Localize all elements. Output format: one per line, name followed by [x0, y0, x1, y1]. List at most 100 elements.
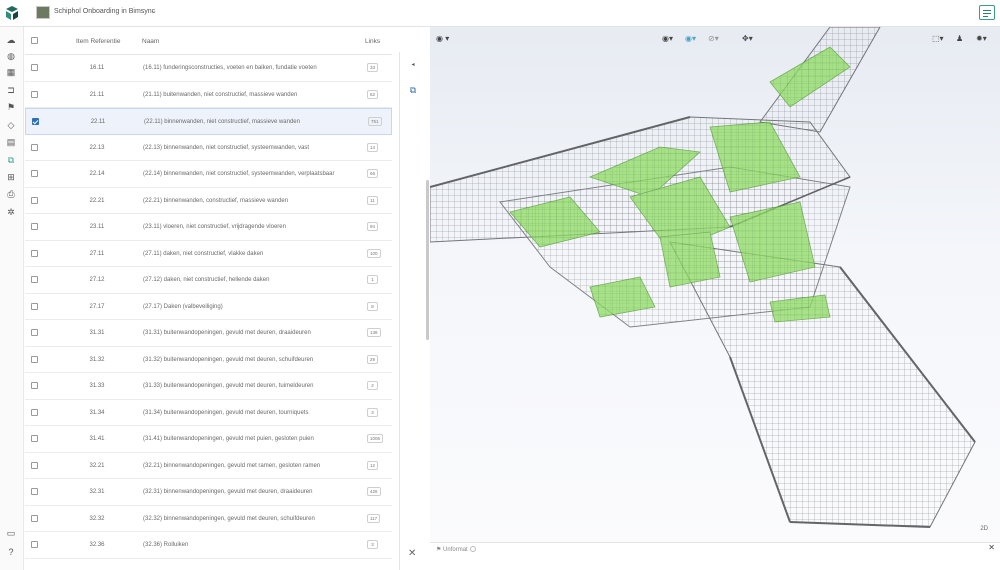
row-checkbox[interactable]: [31, 249, 38, 257]
table-row[interactable]: 22.14 (22.14) binnenwanden, niet construc…: [25, 161, 392, 188]
row-checkbox[interactable]: [31, 64, 38, 71]
select-tool-icon[interactable]: ⬚▾: [932, 33, 944, 45]
table-row[interactable]: 27.17 (27.17) Daken (valbeveiliging) 8: [25, 294, 392, 320]
link-icon[interactable]: ⧉: [6, 155, 16, 165]
3d-viewer[interactable]: ◉ ▾ ◉▾ ◉▾ ⊘▾ ✥▾ ⬚▾ ♟ ✹▾ 2D: [430, 27, 1000, 542]
table-row[interactable]: 23.11 (23.11) vloeren, niet constructief,…: [25, 214, 392, 241]
collapse-arrow-icon[interactable]: ◂: [408, 60, 418, 70]
row-checkbox[interactable]: [31, 514, 38, 522]
table-row[interactable]: 31.33 (31.33) buitenwandopeningen, gevuld…: [25, 373, 392, 400]
row-checkbox[interactable]: [31, 223, 38, 230]
row-checkbox[interactable]: [31, 329, 38, 336]
links-count-badge[interactable]: 11: [367, 195, 378, 205]
table-row[interactable]: 16.11 (16.11) funderingsconstructies, voe…: [25, 55, 392, 82]
flag-icon[interactable]: ⚑: [6, 102, 16, 112]
bimsync-logo[interactable]: [4, 5, 20, 21]
row-checkbox[interactable]: [31, 382, 38, 389]
table-row[interactable]: 31.34 (31.34) buitenwandopeningen, gevuld…: [25, 400, 392, 426]
view-mode-label[interactable]: 2D: [980, 526, 988, 532]
row-checkbox[interactable]: [31, 302, 38, 310]
table-scrollbar[interactable]: [426, 180, 429, 340]
links-count-badge[interactable]: 3: [367, 540, 378, 549]
item-reference: 31.32: [89, 356, 105, 363]
grid-icon[interactable]: ⊞: [6, 172, 16, 182]
table-row[interactable]: 27.12 (27.12) daken, niet constructief, h…: [25, 267, 392, 294]
section-icon[interactable]: ✥▾: [742, 33, 753, 45]
item-name: (32.32) binnenwandopeningen, gevuld met …: [143, 515, 315, 522]
select-all-checkbox[interactable]: [31, 37, 38, 44]
cloud-icon[interactable]: ☁: [6, 35, 16, 45]
links-count-badge[interactable]: 426: [367, 487, 381, 496]
hide-icon[interactable]: ⊘▾: [708, 33, 719, 45]
xray-icon[interactable]: ◉▾: [685, 33, 696, 45]
table-row[interactable]: 31.41 (31.41) buitenwandopeningen, gevuld…: [25, 426, 392, 453]
menu-icon[interactable]: [979, 5, 995, 20]
row-checkbox[interactable]: [31, 170, 38, 177]
help-icon[interactable]: ?: [6, 547, 16, 557]
links-count-badge[interactable]: 94: [367, 222, 379, 231]
table-row[interactable]: 21.11 (21.11) buitenwanden, niet construc…: [25, 82, 392, 108]
table-row[interactable]: 27.11 (27.11) daken, niet constructief, v…: [25, 241, 392, 267]
settings-gear-icon[interactable]: ✹▾: [976, 33, 987, 45]
gear-icon[interactable]: ✲: [6, 207, 16, 217]
row-checkbox[interactable]: [31, 196, 38, 204]
links-count-badge[interactable]: 100: [367, 248, 381, 258]
table-row[interactable]: 22.13 (22.13) binnenwanden, niet construc…: [25, 135, 392, 161]
links-count-badge[interactable]: 14: [367, 142, 379, 152]
viewer-footer: ⚑ Unformat ✕: [430, 542, 1000, 570]
column-header-name[interactable]: Naam: [142, 38, 159, 45]
links-count-badge[interactable]: 62: [367, 89, 379, 99]
table-row[interactable]: 22.11 (22.11) binnenwanden, niet construc…: [25, 108, 392, 135]
row-checkbox[interactable]: [31, 143, 38, 151]
row-checkbox[interactable]: [31, 355, 38, 363]
row-checkbox[interactable]: [31, 541, 38, 548]
table-row[interactable]: 32.21 (32.21) binnenwandopeningen, gevuld…: [25, 453, 392, 479]
project-title[interactable]: Schiphol Onboarding in Bimsync: [54, 8, 155, 15]
links-count-badge[interactable]: 117: [367, 513, 381, 523]
links-count-badge[interactable]: 2: [367, 381, 378, 390]
close-icon[interactable]: ✕: [988, 543, 995, 552]
links-count-badge[interactable]: 33: [367, 63, 379, 72]
globe-icon[interactable]: ◍: [6, 51, 16, 61]
row-checkbox[interactable]: [31, 488, 38, 495]
viewpoint-menu-icon[interactable]: ◉ ▾: [436, 33, 449, 45]
column-header-ref[interactable]: Item Referentie: [76, 38, 120, 45]
row-checkbox[interactable]: [31, 90, 38, 98]
chart-icon[interactable]: ▦: [6, 67, 16, 77]
links-count-badge[interactable]: 8: [367, 301, 378, 311]
copy-icon[interactable]: ⧉: [408, 85, 418, 95]
links-count-badge[interactable]: 29: [367, 354, 379, 364]
table-row[interactable]: 32.32 (32.32) binnenwandopeningen, gevuld…: [25, 506, 392, 532]
tag-icon[interactable]: ◇: [6, 120, 16, 130]
links-count-badge[interactable]: 1006: [367, 434, 384, 443]
links-count-badge[interactable]: 138: [367, 328, 381, 337]
table-row[interactable]: 31.32 (31.32) buitenwandopeningen, gevuld…: [25, 347, 392, 373]
person-icon[interactable]: ♟: [956, 33, 963, 45]
close-panel-icon[interactable]: ✕: [408, 548, 416, 559]
filter-tag[interactable]: ⚑ Unformat: [436, 546, 476, 553]
links-count-badge[interactable]: 66: [367, 169, 379, 178]
chevron-down-icon[interactable]: ⌄: [151, 7, 157, 15]
inbox-icon[interactable]: ▭: [6, 528, 16, 538]
table-row[interactable]: 32.31 (32.31) binnenwandopeningen, gevuld…: [25, 479, 392, 506]
row-checkbox[interactable]: [31, 408, 38, 416]
row-checkbox[interactable]: [31, 276, 38, 283]
links-count-badge[interactable]: 3: [367, 407, 378, 417]
item-reference: 31.33: [89, 383, 105, 389]
building-model[interactable]: [430, 27, 1000, 542]
table-row[interactable]: 32.36 (32.36) Rolluiken 3: [25, 532, 392, 559]
comment-icon[interactable]: ⊐: [6, 85, 16, 95]
printer-icon[interactable]: ⎙: [6, 189, 16, 199]
row-checkbox[interactable]: [32, 118, 39, 125]
links-count-badge[interactable]: 751: [368, 117, 382, 126]
row-checkbox[interactable]: [31, 435, 38, 442]
links-count-badge[interactable]: 1: [367, 275, 378, 284]
row-checkbox[interactable]: [31, 461, 38, 469]
briefcase-icon[interactable]: ▤: [6, 137, 16, 147]
column-header-links[interactable]: Links: [365, 38, 380, 45]
table-row[interactable]: 31.31 (31.31) buitenwandopeningen, gevuld…: [25, 320, 392, 347]
visibility-icon[interactable]: ◉▾: [662, 33, 673, 45]
item-reference: 32.21: [89, 462, 105, 469]
table-row[interactable]: 22.21 (22.21) binnenwanden, constructief,…: [25, 188, 392, 214]
links-count-badge[interactable]: 12: [367, 460, 379, 470]
